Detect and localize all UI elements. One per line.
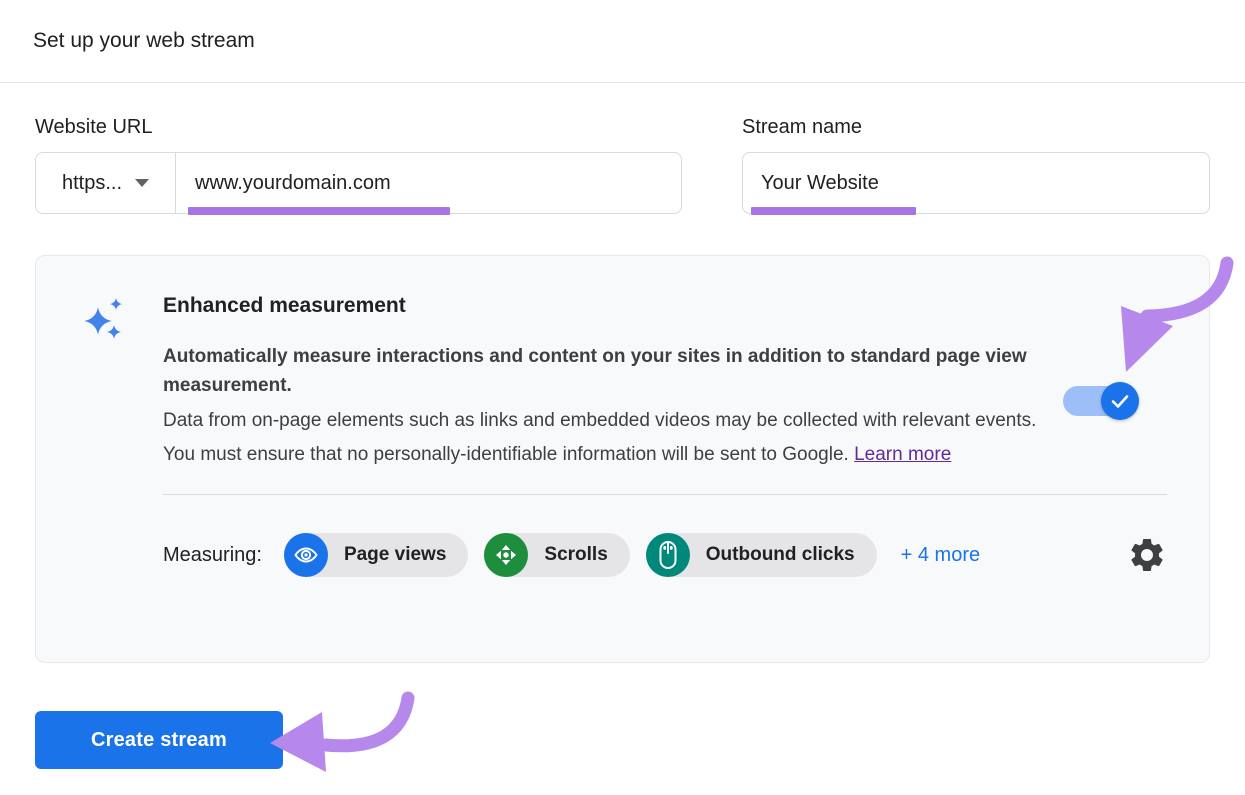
badge-label: Scrolls <box>544 544 607 566</box>
page-title: Set up your web stream <box>33 29 255 53</box>
website-url-input[interactable] <box>176 153 681 213</box>
scroll-icon <box>484 533 528 577</box>
website-url-field: Website URL https... <box>35 115 682 214</box>
toggle-thumb <box>1101 382 1139 420</box>
stream-name-input[interactable] <box>743 153 1209 213</box>
enhanced-measurement-title: Enhanced measurement <box>163 294 1068 318</box>
gear-icon[interactable] <box>1127 535 1167 575</box>
enhanced-measurement-toggle[interactable] <box>1063 382 1139 420</box>
create-stream-button[interactable]: Create stream <box>35 711 283 769</box>
website-url-label: Website URL <box>35 115 682 139</box>
website-url-input-group[interactable]: https... <box>35 152 682 214</box>
stream-name-field: Stream name <box>742 115 1210 214</box>
protocol-dropdown[interactable]: https... <box>36 153 176 213</box>
web-stream-setup-page: Set up your web stream Website URL https… <box>0 0 1245 795</box>
badge-label: Page views <box>344 544 446 566</box>
measuring-row: Measuring: Page views <box>36 495 1209 577</box>
sparkle-icon <box>83 294 127 344</box>
enhanced-measurement-description: Data from on-page elements such as links… <box>163 404 1068 472</box>
annotation-underline-url <box>188 207 450 215</box>
enhanced-measurement-body: Enhanced measurement Automatically measu… <box>36 256 1209 472</box>
protocol-selected-value: https... <box>62 172 122 195</box>
annotation-underline-stream-name <box>751 207 916 215</box>
enhanced-measurement-text: Enhanced measurement Automatically measu… <box>163 292 1068 472</box>
badge-scrolls: Scrolls <box>484 533 629 577</box>
badge-page-views: Page views <box>284 533 468 577</box>
eye-icon <box>284 533 328 577</box>
annotation-arrow-create-button <box>270 698 408 772</box>
measuring-label: Measuring: <box>163 544 262 567</box>
badge-outbound-clicks: Outbound clicks <box>646 533 877 577</box>
badge-label: Outbound clicks <box>706 544 855 566</box>
chevron-down-icon <box>135 179 149 187</box>
learn-more-link[interactable]: Learn more <box>854 444 951 465</box>
stream-name-input-group[interactable] <box>742 152 1210 214</box>
enhanced-measurement-description-bold: Automatically measure interactions and c… <box>163 342 1068 400</box>
more-events-link[interactable]: + 4 more <box>901 544 980 567</box>
stream-form: Website URL https... Stream name <box>0 115 1245 214</box>
enhanced-measurement-card: Enhanced measurement Automatically measu… <box>35 255 1210 663</box>
mouse-icon <box>646 533 690 577</box>
checkmark-icon <box>1108 389 1132 413</box>
stream-name-label: Stream name <box>742 115 1210 139</box>
page-header: Set up your web stream <box>0 0 1245 83</box>
